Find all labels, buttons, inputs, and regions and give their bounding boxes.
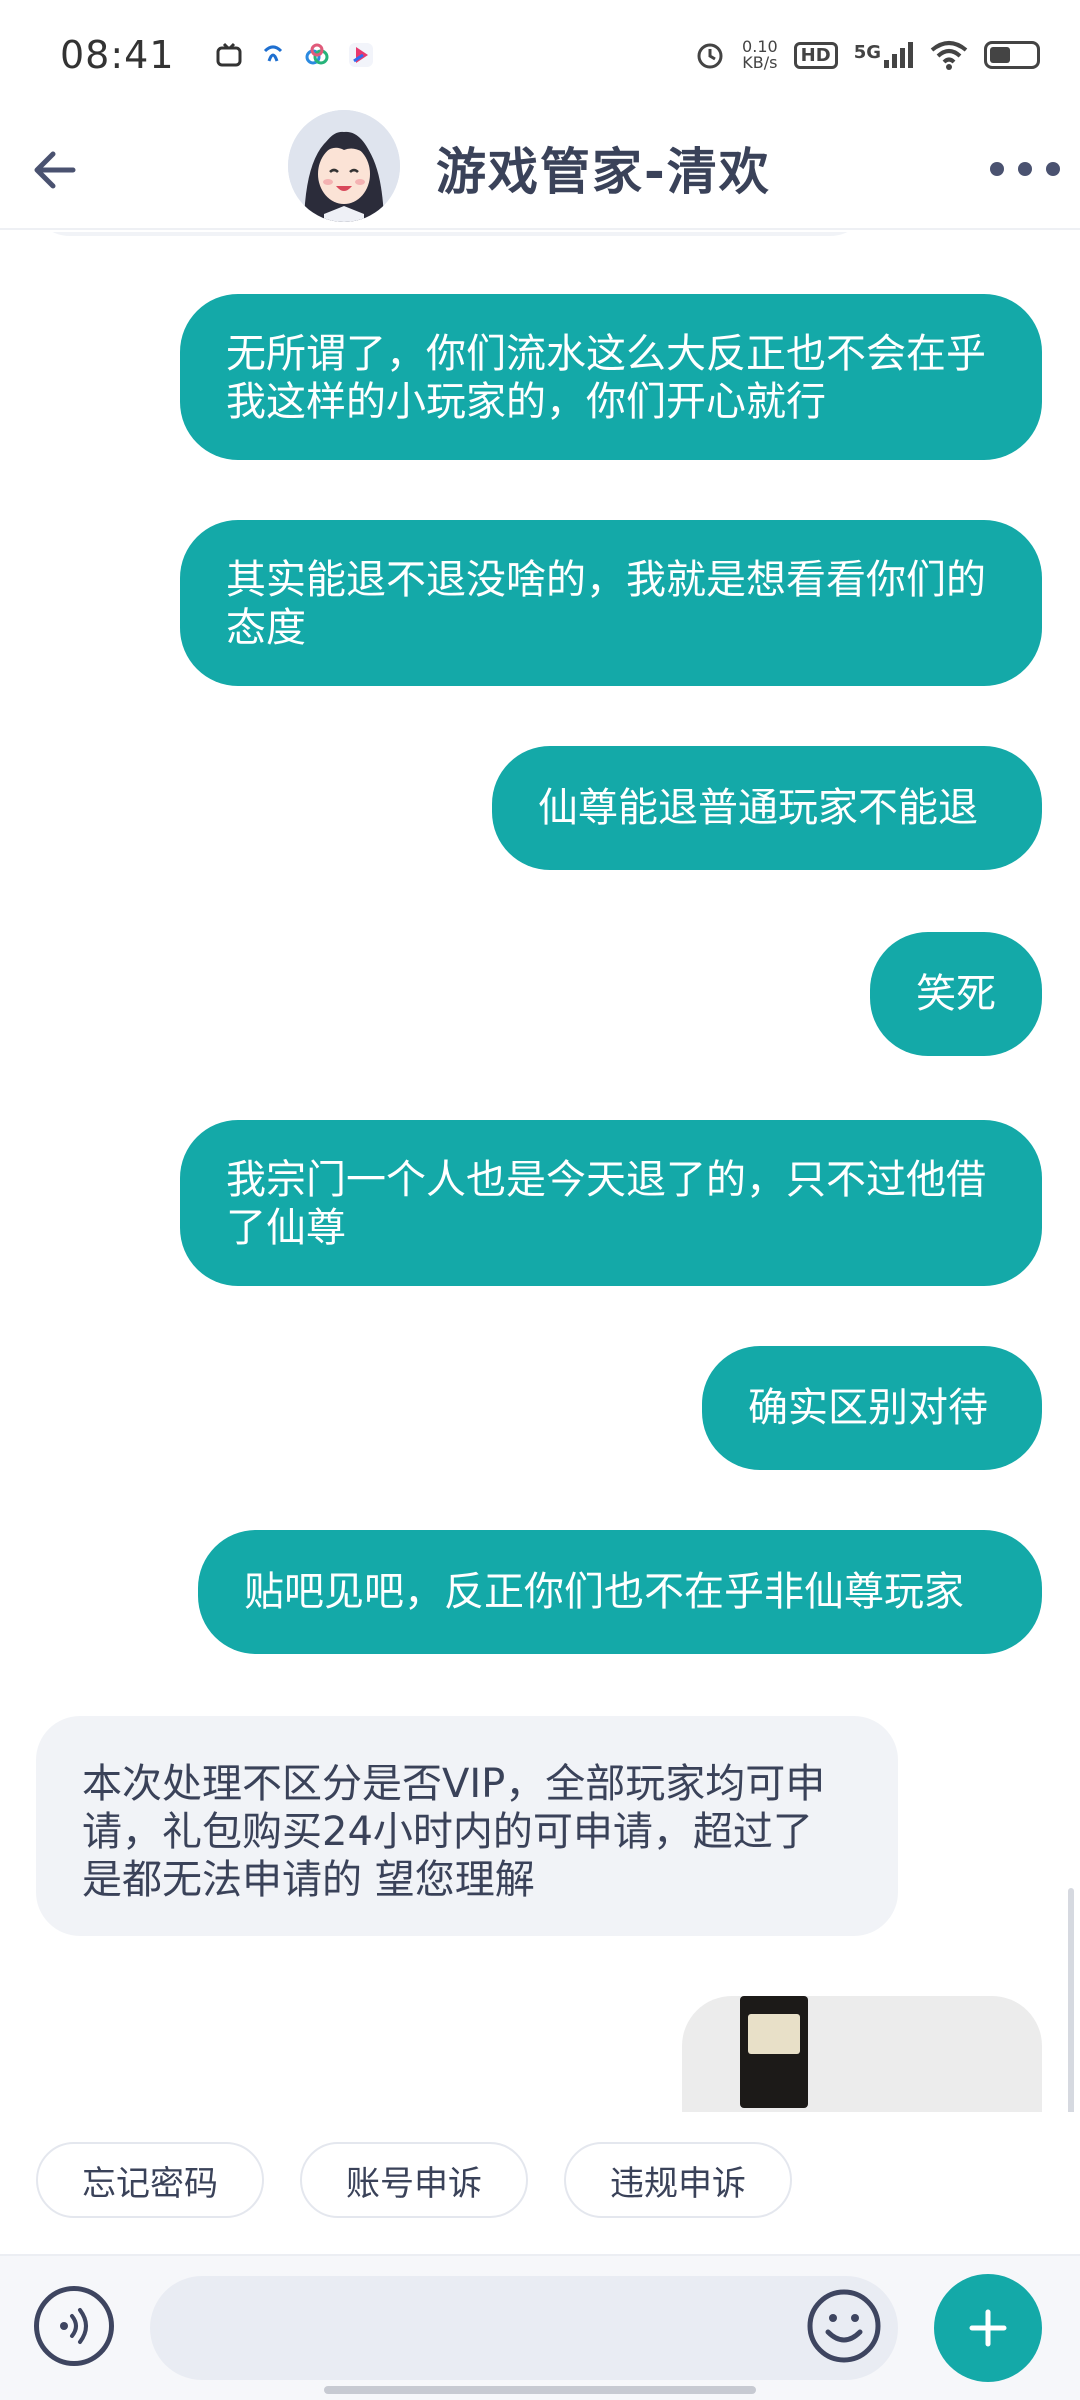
plus-icon <box>969 2309 1007 2347</box>
quick-reply-bar: 忘记密码 账号申诉 违规申诉 <box>36 2142 792 2218</box>
message-bubble-outgoing[interactable]: 其实能退不退没啥的，我就是想看看你们的态度 <box>180 520 1042 686</box>
back-button[interactable] <box>24 140 84 200</box>
message-bubble-incoming[interactable]: 本次处理不区分是否VIP，全部玩家均可申请，礼包购买24小时内的可申请，超过了是… <box>36 1716 898 1936</box>
more-options-button[interactable] <box>990 144 1060 194</box>
emoji-button[interactable] <box>804 2286 884 2366</box>
status-time: 08:41 <box>60 33 175 77</box>
status-app-icons <box>215 41 375 69</box>
battery-icon <box>984 41 1040 69</box>
voice-input-button[interactable] <box>34 2286 114 2366</box>
anime-girl-avatar-icon <box>288 110 400 222</box>
message-text: 贴吧见吧，反正你们也不在乎非仙尊玩家 <box>244 1569 964 1615</box>
screenshot-thumbnail[interactable] <box>740 1996 808 2108</box>
tv-app-icon <box>216 42 242 67</box>
net-speed: 0.10 KB/s <box>742 37 778 72</box>
message-text: 确实区别对待 <box>748 1385 988 1431</box>
message-list[interactable]: 无所谓了，你们流水这么大反正也不会在乎我这样的小玩家的，你们开心就行 其实能退不… <box>0 232 1080 2112</box>
more-dot-icon <box>1018 162 1032 176</box>
message-bubble-outgoing[interactable]: 贴吧见吧，反正你们也不在乎非仙尊玩家 <box>198 1530 1042 1654</box>
thumbnail-dialog-graphic <box>748 2014 800 2054</box>
message-text: 笑死 <box>916 971 996 1017</box>
message-bubble-outgoing[interactable]: 我宗门一个人也是今天退了的，只不过他借了仙尊 <box>180 1120 1042 1286</box>
message-bubble-outgoing[interactable]: 无所谓了，你们流水这么大反正也不会在乎我这样的小玩家的，你们开心就行 <box>180 294 1042 460</box>
message-text: 本次处理不区分是否VIP，全部玩家均可申请，礼包购买24小时内的可申请，超过了是… <box>82 1761 826 1903</box>
telecom-app-icon <box>263 45 282 62</box>
chat-header: 游戏管家-清欢 <box>0 110 1080 230</box>
status-bar: 08:41 0.10 KB/s HD 5G <box>0 0 1080 110</box>
more-dot-icon <box>990 162 1004 176</box>
message-text: 仙尊能退普通玩家不能退 <box>538 785 978 831</box>
wifi-icon <box>930 41 968 70</box>
message-text: 其实能退不退没啥的，我就是想看看你们的态度 <box>226 557 986 651</box>
message-bubble-outgoing[interactable]: 仙尊能退普通玩家不能退 <box>492 746 1042 870</box>
back-arrow-icon <box>34 151 76 189</box>
hd-badge: HD <box>793 41 838 69</box>
signal-label: 5G <box>853 42 881 63</box>
quick-reply-violation-appeal[interactable]: 违规申诉 <box>564 2142 792 2218</box>
home-indicator[interactable] <box>324 2386 756 2394</box>
add-attachment-button[interactable] <box>934 2274 1042 2382</box>
cell-signal: 5G <box>854 42 914 68</box>
scrollbar[interactable] <box>1068 1888 1074 2112</box>
message-text: 无所谓了，你们流水这么大反正也不会在乎我这样的小玩家的，你们开心就行 <box>226 331 986 425</box>
alarm-icon <box>697 43 723 69</box>
quick-reply-account-appeal[interactable]: 账号申诉 <box>300 2142 528 2218</box>
image-message[interactable] <box>682 1996 1042 2112</box>
status-right: 0.10 KB/s HD 5G <box>694 39 1040 71</box>
cloud-app-icon <box>305 43 329 65</box>
message-input[interactable] <box>150 2276 898 2380</box>
video-app-icon <box>348 43 373 67</box>
smiley-icon <box>807 2289 881 2363</box>
chat-title: 游戏管家-清欢 <box>436 143 771 201</box>
message-bubble-outgoing[interactable]: 笑死 <box>870 932 1042 1056</box>
more-dot-icon <box>1046 162 1060 176</box>
message-text: 我宗门一个人也是今天退了的，只不过他借了仙尊 <box>226 1157 986 1251</box>
avatar[interactable] <box>288 110 400 222</box>
message-bubble-outgoing[interactable]: 确实区别对待 <box>702 1346 1042 1470</box>
previous-message-peek <box>30 232 870 236</box>
quick-reply-forgot-password[interactable]: 忘记密码 <box>36 2142 264 2218</box>
signal-bars-icon <box>884 42 913 68</box>
voice-wave-icon <box>60 2308 88 2344</box>
input-bar <box>0 2254 1080 2400</box>
